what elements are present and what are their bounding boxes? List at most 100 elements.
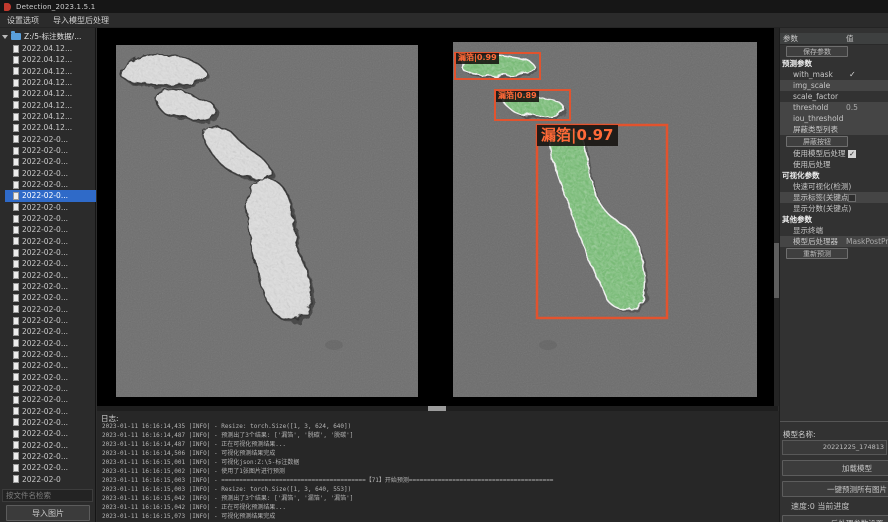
tree-item[interactable]: 2022-02-0... xyxy=(5,202,96,213)
file-icon xyxy=(13,294,19,302)
params-table: 参数 值 保存参数预测参数with_mask✓img_scalescale_fa… xyxy=(780,33,888,260)
param-value[interactable]: MaskPostPro xyxy=(846,236,888,247)
tree-item[interactable]: 2022-02-0... xyxy=(5,179,96,190)
tree-item[interactable]: 2022-02-0... xyxy=(5,190,96,201)
tree-item[interactable]: 2022-02-0... xyxy=(5,270,96,281)
param-row[interactable]: 屏蔽类型列表 xyxy=(780,124,888,135)
tree-item[interactable]: 2022-02-0... xyxy=(5,236,96,247)
file-icon xyxy=(13,396,19,404)
image-panel-prediction[interactable]: 漏箔|0.99 漏箔|0.89 漏箔|0.97 xyxy=(453,42,757,397)
tree-root-node[interactable]: Z:/5-标注数据/... xyxy=(2,31,81,42)
tree-item[interactable]: 2022-02-0... xyxy=(5,338,96,349)
tree-item[interactable]: 2022-02-0... xyxy=(5,428,96,439)
param-row[interactable]: img_scale xyxy=(780,80,888,91)
checkbox-unchecked[interactable] xyxy=(848,194,856,202)
tree-item-label: 2022-02-0... xyxy=(22,157,68,166)
param-row[interactable]: 显示标签(关键点) xyxy=(780,192,888,203)
chevron-down-icon[interactable] xyxy=(2,35,8,39)
tree-item[interactable]: 2022-02-0... xyxy=(5,156,96,167)
param-button[interactable]: 重新预测 xyxy=(786,248,848,259)
predict-all-button[interactable]: 一键预测所有图片 xyxy=(782,481,888,497)
file-icon xyxy=(13,407,19,415)
tree-item[interactable]: 2022-02-0... xyxy=(5,451,96,462)
tree-item[interactable]: 2022.04.12... xyxy=(5,111,96,122)
import-images-button[interactable]: 导入图片 xyxy=(6,505,90,521)
param-row[interactable]: with_mask✓ xyxy=(780,69,888,80)
file-icon xyxy=(13,351,19,359)
file-icon xyxy=(13,283,19,291)
menu-item-settings[interactable]: 设置选项 xyxy=(0,13,46,28)
file-tree-sidebar: Z:/5-标注数据/... 2022.04.12...2022.04.12...… xyxy=(0,28,96,522)
detection-label: 漏箔|0.97 xyxy=(537,125,618,146)
param-row[interactable]: 模型后处理器MaskPostPro xyxy=(780,236,888,247)
file-icon xyxy=(13,181,19,189)
file-icon xyxy=(13,271,19,279)
tree-item[interactable]: 2022-02-0... xyxy=(5,258,96,269)
tree-item[interactable]: 2022-02-0... xyxy=(5,383,96,394)
tree-item-label: 2022.04.12... xyxy=(22,89,72,98)
tree-item[interactable]: 2022.04.12... xyxy=(5,100,96,111)
tree-item[interactable]: 2022-02-0... xyxy=(5,417,96,428)
file-icon xyxy=(13,317,19,325)
param-value[interactable]: 0.5 xyxy=(846,102,858,113)
tree-item-label: 2022-02-0... xyxy=(22,191,68,200)
checkmark-icon: ✓ xyxy=(849,69,856,80)
param-row[interactable]: 显示终端 xyxy=(780,225,888,236)
tree-item[interactable]: 2022-02-0... xyxy=(5,168,96,179)
param-row[interactable]: threshold0.5 xyxy=(780,102,888,113)
tree-item-label: 2022-02-0... xyxy=(22,293,68,302)
model-name-value[interactable]: 20221225_174813 xyxy=(782,440,887,455)
tree-item-label: 2022-02-0... xyxy=(22,271,68,280)
tree-item[interactable]: 2022-02-0... xyxy=(5,224,96,235)
tree-item[interactable]: 2022-02-0... xyxy=(5,462,96,473)
tree-item-label: 2022.04.12... xyxy=(22,123,72,132)
file-icon xyxy=(13,226,19,234)
param-row[interactable]: 使用模型后处理✓ xyxy=(780,148,888,159)
file-icon xyxy=(13,260,19,268)
tree-item[interactable]: 2022-02-0... xyxy=(5,213,96,224)
postprocess-params-button[interactable]: 后处理参数设置 xyxy=(782,515,888,522)
file-icon xyxy=(13,45,19,53)
image-panel-original[interactable] xyxy=(116,45,418,397)
tree-item[interactable]: 2022-02-0... xyxy=(5,360,96,371)
file-icon xyxy=(13,305,19,313)
tree-item[interactable]: 2022-02-0... xyxy=(5,349,96,360)
param-row[interactable]: scale_factor xyxy=(780,91,888,102)
tree-item[interactable]: 2022.04.12... xyxy=(5,88,96,99)
tree-item[interactable]: 2022.04.12... xyxy=(5,43,96,54)
load-model-button[interactable]: 加载模型 xyxy=(782,460,888,476)
tree-item[interactable]: 2022-02-0... xyxy=(5,134,96,145)
param-row[interactable]: 使用后处理 xyxy=(780,159,888,170)
menu-item-import-postprocess[interactable]: 导入模型后处理 xyxy=(46,13,116,28)
tree-item[interactable]: 2022-02-0... xyxy=(5,315,96,326)
param-row[interactable]: iou_threshold xyxy=(780,113,888,124)
log-line: 2023-01-11 16:16:15,003 |INFO| - =======… xyxy=(102,477,777,486)
tree-item[interactable]: 2022-02-0... xyxy=(5,372,96,383)
tree-item[interactable]: 2022.04.12... xyxy=(5,122,96,133)
tree-item[interactable]: 2022.04.12... xyxy=(5,66,96,77)
param-button[interactable]: 保存参数 xyxy=(786,46,848,57)
param-button[interactable]: 屏蔽按钮 xyxy=(786,136,848,147)
tree-item[interactable]: 2022-02-0... xyxy=(5,304,96,315)
tree-item[interactable]: 2022-02-0... xyxy=(5,292,96,303)
tree-item[interactable]: 2022-02-0... xyxy=(5,247,96,258)
tree-item[interactable]: 2022-02-0... xyxy=(5,439,96,450)
tree-item[interactable]: 2022-02-0... xyxy=(5,281,96,292)
tree-item[interactable]: 2022.04.12... xyxy=(5,54,96,65)
tree-item[interactable]: 2022-02-0... xyxy=(5,406,96,417)
tree-item-label: 2022-02-0... xyxy=(22,361,68,370)
file-icon xyxy=(13,215,19,223)
tree-item[interactable]: 2022.04.12... xyxy=(5,77,96,88)
tree-item-label: 2022-02-0 xyxy=(22,475,61,484)
checkbox-checked[interactable]: ✓ xyxy=(848,150,856,158)
tree-item-label: 2022-02-0... xyxy=(22,407,68,416)
param-row[interactable]: 快速可视化(检测) xyxy=(780,181,888,192)
tree-item[interactable]: 2022-02-0... xyxy=(5,326,96,337)
tree-item[interactable]: 2022-02-0... xyxy=(5,394,96,405)
tree-item-label: 2022-02-0... xyxy=(22,452,68,461)
tree-item[interactable]: 2022-02-0... xyxy=(5,145,96,156)
tree-item[interactable]: 2022-02-0 xyxy=(5,473,96,484)
tree-item-label: 2022-02-0... xyxy=(22,418,68,427)
param-row[interactable]: 显示分数(关键点) xyxy=(780,203,888,214)
filename-search-input[interactable] xyxy=(2,489,93,502)
